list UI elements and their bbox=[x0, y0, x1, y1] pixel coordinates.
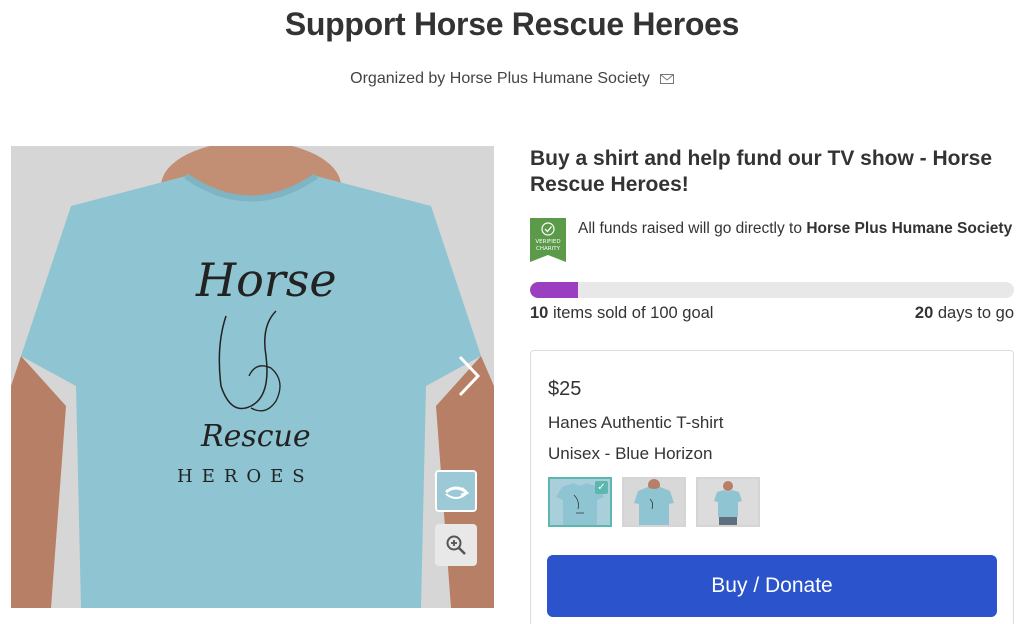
variant-thumb-model-full[interactable] bbox=[696, 477, 760, 527]
check-icon: ✓ bbox=[595, 481, 608, 494]
shirt-model-full-thumbnail bbox=[698, 479, 758, 525]
product-variant: Unisex - Blue Horizon bbox=[548, 444, 713, 463]
variant-thumbnails: ✓ bbox=[548, 477, 760, 527]
days-left-stat: 20 days to go bbox=[915, 304, 1014, 323]
organized-by-label: Organized by bbox=[350, 70, 446, 87]
product-price: $25 bbox=[548, 378, 582, 400]
rotate-view-thumbnail[interactable] bbox=[435, 470, 477, 512]
charity-name: Horse Plus Humane Society bbox=[806, 220, 1013, 237]
charity-row: VERIFIED CHARITY All funds raised will g… bbox=[530, 218, 1014, 262]
items-sold-stat: 10 items sold of 100 goal bbox=[530, 304, 713, 323]
campaign-headline: Buy a shirt and help fund our TV show - … bbox=[530, 147, 993, 196]
campaign-info: Buy a shirt and help fund our TV show - … bbox=[530, 146, 1014, 323]
badge-text-verified: VERIFIED bbox=[535, 239, 560, 245]
chevron-right-icon[interactable] bbox=[454, 351, 484, 401]
progress-bar-fill bbox=[530, 282, 579, 298]
zoom-in-icon bbox=[446, 535, 466, 555]
organizer-text[interactable]: Organized by Horse Plus Humane Society bbox=[350, 70, 650, 88]
rotate-icon bbox=[437, 472, 475, 510]
print-word-heroes: HEROES bbox=[177, 466, 314, 487]
days-left-count: 20 bbox=[914, 304, 934, 322]
verified-charity-badge-icon: VERIFIED CHARITY bbox=[530, 218, 566, 262]
print-word-horse: Horse bbox=[195, 253, 337, 307]
badge-text-charity: CHARITY bbox=[536, 246, 561, 252]
zoom-button[interactable] bbox=[435, 524, 477, 566]
variant-thumb-flat[interactable]: ✓ bbox=[548, 477, 612, 527]
progress-bar bbox=[530, 282, 1014, 298]
envelope-icon[interactable] bbox=[659, 74, 674, 84]
organizer-name[interactable]: Horse Plus Humane Society bbox=[450, 70, 650, 87]
charity-note: All funds raised will go directly to Hor… bbox=[578, 218, 1012, 240]
shirt-model-thumbnail bbox=[624, 479, 684, 525]
variant-thumb-model-front[interactable] bbox=[622, 477, 686, 527]
items-sold-count: 10 bbox=[530, 304, 549, 322]
items-sold-label: items sold of 100 goal bbox=[552, 304, 714, 322]
shirt-body bbox=[21, 176, 481, 608]
print-word-rescue: Rescue bbox=[200, 419, 311, 454]
tshirt-product-image: Horse Rescue HEROES bbox=[11, 146, 494, 608]
product-name: Hanes Authentic T-shirt bbox=[548, 413, 724, 432]
charity-note-prefix: All funds raised will go directly to bbox=[578, 220, 802, 237]
progress-stats: 10 items sold of 100 goal 20 days to go bbox=[530, 304, 1014, 323]
page-title: Support Horse Rescue Heroes bbox=[284, 6, 740, 42]
organizer-line: Organized by Horse Plus Humane Society bbox=[0, 70, 1024, 88]
buy-donate-button[interactable]: Buy / Donate bbox=[547, 555, 997, 617]
product-image-gallery[interactable]: Horse Rescue HEROES bbox=[11, 146, 494, 608]
days-left-label: days to go bbox=[937, 304, 1014, 322]
product-card: $25 Hanes Authentic T-shirt Unisex - Blu… bbox=[530, 350, 1014, 624]
